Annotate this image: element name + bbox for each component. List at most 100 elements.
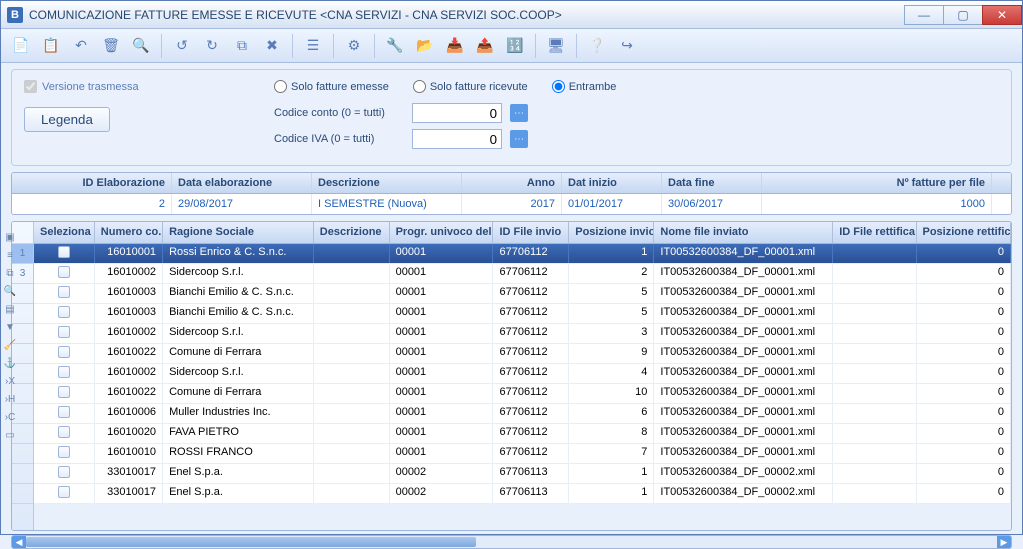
codice-conto-lookup-button[interactable]: ⋯ (510, 104, 528, 122)
clear-icon[interactable]: ✖ (260, 34, 284, 58)
settings-icon[interactable]: ⚙ (342, 34, 366, 58)
table-row[interactable]: 16010003Bianchi Emilio & C. S.n.c.000016… (34, 284, 1011, 304)
table-row[interactable]: 16010022Comune di Ferrara00001677061129I… (34, 344, 1011, 364)
row-checkbox[interactable] (58, 246, 70, 258)
import-icon[interactable]: 📥 (443, 34, 467, 58)
side-insert-icon[interactable]: ≡ (2, 246, 18, 264)
row-handle[interactable] (12, 464, 33, 484)
grid-col-posrettifica[interactable]: Posizione rettifica (917, 222, 1012, 243)
table-row[interactable]: 16010010ROSSI FRANCO00001677061127IT0053… (34, 444, 1011, 464)
table-row[interactable]: 16010001Rossi Enrico & C. S.n.c.00001677… (34, 244, 1011, 264)
row-handle[interactable] (12, 444, 33, 464)
row-checkbox[interactable] (58, 266, 70, 278)
scroll-thumb[interactable] (26, 537, 476, 547)
table-row[interactable]: 16010020FAVA PIETRO00001677061128IT00532… (34, 424, 1011, 444)
titlebar: B COMUNICAZIONE FATTURE EMESSE E RICEVUT… (1, 1, 1022, 29)
table-row[interactable]: 16010022Comune di Ferrara000016770611210… (34, 384, 1011, 404)
side-indicator-icon[interactable]: ▣ (2, 228, 18, 246)
cell-progr: 00002 (390, 464, 494, 483)
radio-entrambe[interactable]: Entrambe (552, 80, 617, 93)
side-funnel-icon[interactable]: 🧹 (2, 336, 18, 354)
codice-iva-lookup-button[interactable]: ⋯ (510, 130, 528, 148)
screen-icon[interactable]: 🖥 (544, 34, 568, 58)
radio-emesse[interactable]: Solo fatture emesse (274, 80, 389, 93)
row-checkbox[interactable] (58, 486, 70, 498)
row-checkbox[interactable] (58, 426, 70, 438)
grid-icon[interactable]: 🔢 (503, 34, 527, 58)
table-row[interactable]: 16010002Sidercoop S.r.l.00001677061122IT… (34, 264, 1011, 284)
new-icon[interactable]: 📄 (9, 34, 33, 58)
folder-icon[interactable]: 📂 (413, 34, 437, 58)
summary-col-nfat[interactable]: Nº fatture per file (762, 173, 992, 193)
table-row[interactable]: 16010003Bianchi Emilio & C. S.n.c.000016… (34, 304, 1011, 324)
horizontal-scrollbar[interactable]: ◀ ▶ (11, 535, 1012, 549)
paste-icon[interactable]: ⧉ (230, 34, 254, 58)
cell-numero: 33010017 (95, 484, 163, 503)
copy-icon[interactable]: ↻ (200, 34, 224, 58)
row-checkbox[interactable] (58, 286, 70, 298)
summary-row[interactable]: 2 29/08/2017 I SEMESTRE (Nuova) 2017 01/… (12, 194, 1011, 214)
grid-col-posizione[interactable]: Posizione invio (569, 222, 654, 243)
side-zoom-icon[interactable]: 🔍 (2, 282, 18, 300)
grid-col-nomefile[interactable]: Nome file inviato (654, 222, 833, 243)
side-c-icon[interactable]: ›C (2, 408, 18, 426)
scroll-right-button[interactable]: ▶ (997, 536, 1011, 548)
row-handle[interactable] (12, 484, 33, 504)
radio-ricevute[interactable]: Solo fatture ricevute (413, 80, 528, 93)
find-icon[interactable]: 🔍 (129, 34, 153, 58)
summary-col-dfin[interactable]: Data fine (662, 173, 762, 193)
row-checkbox[interactable] (58, 446, 70, 458)
cell-idrettifica (833, 424, 916, 443)
scroll-left-button[interactable]: ◀ (12, 536, 26, 548)
undo-icon[interactable]: ↶ (69, 34, 93, 58)
delete-icon[interactable]: 🗑 (99, 34, 123, 58)
side-anchor-icon[interactable]: ⚓ (2, 354, 18, 372)
versione-trasmessa-checkbox[interactable] (24, 80, 37, 93)
grid-col-seleziona[interactable]: Seleziona (34, 222, 95, 243)
table-row[interactable]: 33010017Enel S.p.a.00002677061131IT00532… (34, 464, 1011, 484)
codice-conto-input[interactable] (412, 103, 502, 123)
side-columns-icon[interactable]: ▤ (2, 300, 18, 318)
legenda-button[interactable]: Legenda (24, 107, 110, 132)
row-checkbox[interactable] (58, 386, 70, 398)
exit-icon[interactable]: ↪ (615, 34, 639, 58)
table-row[interactable]: 16010002Sidercoop S.r.l.00001677061124IT… (34, 364, 1011, 384)
minimize-button[interactable]: — (904, 5, 944, 25)
row-checkbox[interactable] (58, 346, 70, 358)
row-checkbox[interactable] (58, 306, 70, 318)
grid-col-progr[interactable]: Progr. univoco del file (390, 222, 494, 243)
side-x-icon[interactable]: ›X (2, 372, 18, 390)
summary-col-dini[interactable]: Dat inizio (562, 173, 662, 193)
side-screen-icon[interactable]: ▭ (2, 426, 18, 444)
table-row[interactable]: 16010006Muller Industries Inc.0000167706… (34, 404, 1011, 424)
codice-iva-input[interactable] (412, 129, 502, 149)
list-icon[interactable]: ☰ (301, 34, 325, 58)
grid-col-numero[interactable]: Numero co... (95, 222, 163, 243)
summary-col-id[interactable]: ID Elaborazione (12, 173, 172, 193)
table-row[interactable]: 16010002Sidercoop S.r.l.00001677061123IT… (34, 324, 1011, 344)
summary-col-desc[interactable]: Descrizione (312, 173, 462, 193)
side-h-icon[interactable]: ›H (2, 390, 18, 408)
grid-col-idfile[interactable]: ID File invio (493, 222, 569, 243)
row-checkbox[interactable] (58, 466, 70, 478)
side-copy-icon[interactable]: ⧉ (2, 264, 18, 282)
cut-icon[interactable]: ↺ (170, 34, 194, 58)
row-checkbox[interactable] (58, 366, 70, 378)
cell-ragione: Rossi Enrico & C. S.n.c. (163, 244, 314, 263)
tool-icon[interactable]: 🔧 (383, 34, 407, 58)
summary-col-anno[interactable]: Anno (462, 173, 562, 193)
table-row[interactable]: 33010017Enel S.p.a.00002677061131IT00532… (34, 484, 1011, 504)
grid-col-descrizione[interactable]: Descrizione (314, 222, 390, 243)
maximize-button[interactable]: ▢ (943, 5, 983, 25)
export-icon[interactable]: 📤 (473, 34, 497, 58)
grid-col-idrettifica[interactable]: ID File rettifica (833, 222, 916, 243)
cell-numero: 16010022 (95, 384, 163, 403)
row-checkbox[interactable] (58, 326, 70, 338)
side-filter-icon[interactable]: ▼ (2, 318, 18, 336)
help-icon[interactable]: ❔ (585, 34, 609, 58)
save-icon[interactable]: 📋 (39, 34, 63, 58)
row-checkbox[interactable] (58, 406, 70, 418)
summary-col-data[interactable]: Data elaborazione (172, 173, 312, 193)
close-button[interactable]: ✕ (982, 5, 1022, 25)
grid-col-ragione[interactable]: Ragione Sociale (163, 222, 314, 243)
